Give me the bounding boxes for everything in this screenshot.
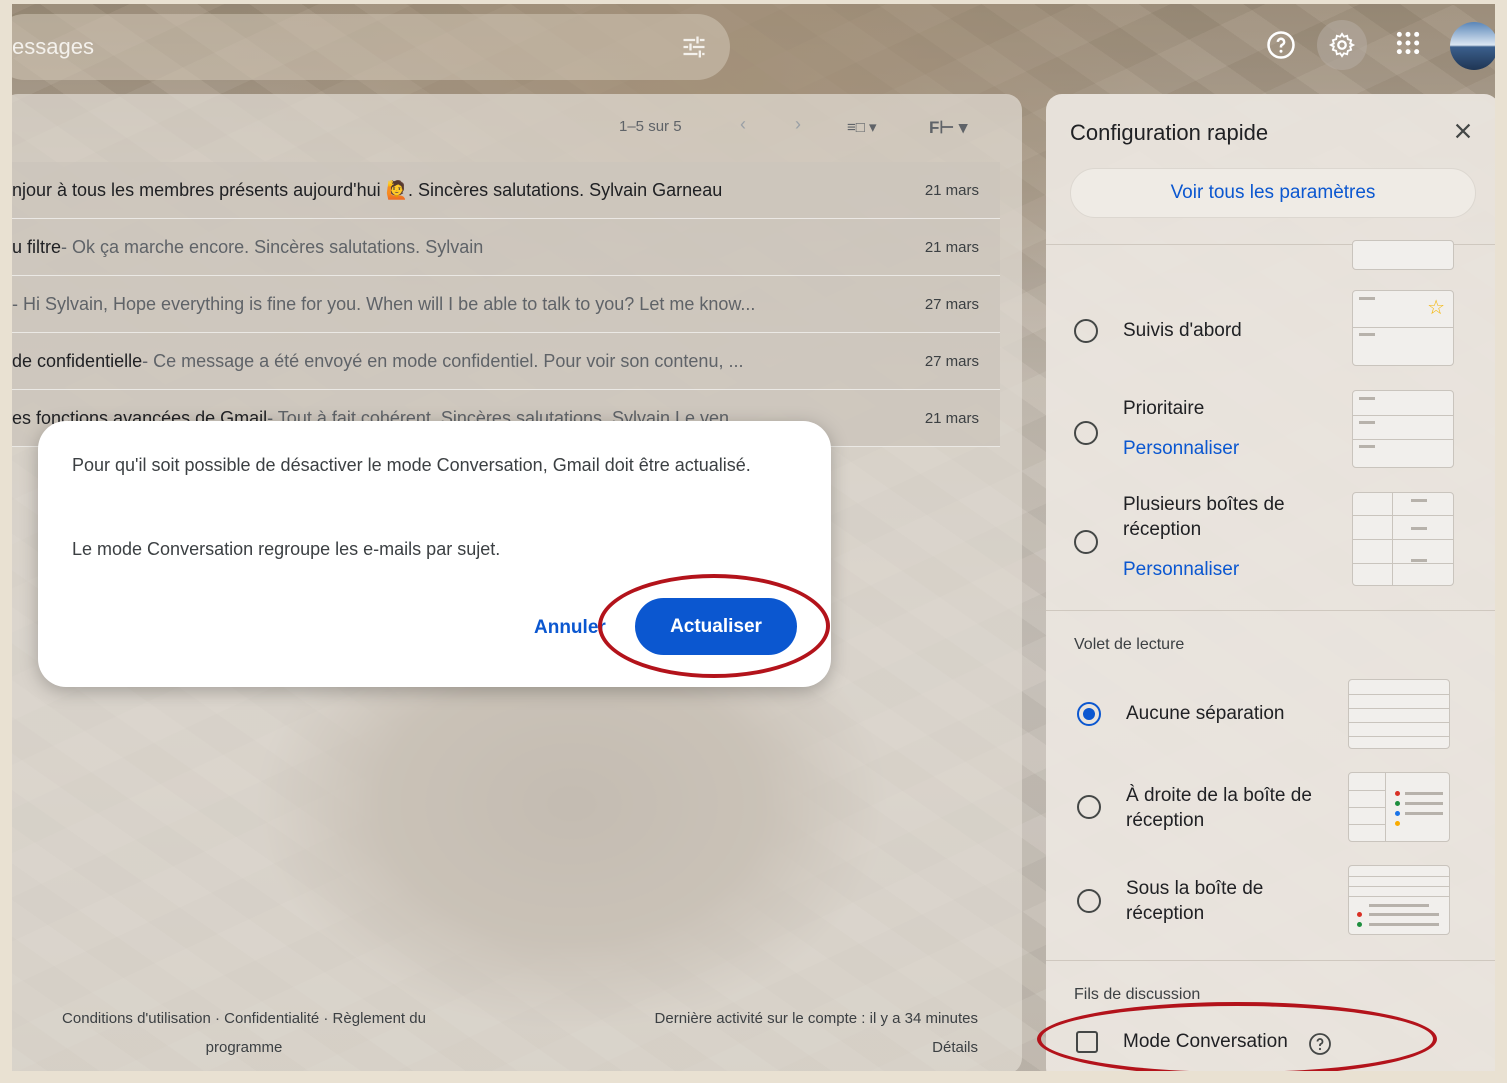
- divider: [1046, 960, 1500, 961]
- inbox-type-label: Suivis d'abord: [1123, 320, 1242, 341]
- inbox-type-label: Plusieurs boîtes de réception: [1123, 494, 1285, 540]
- inbox-type-radio[interactable]: [1074, 421, 1098, 445]
- starred-first-thumbnail: ☆: [1352, 290, 1454, 366]
- details-link[interactable]: Détails: [655, 1033, 978, 1062]
- mail-toolbar: 1–5 sur 5 ‹ › ≡□ ▾ F⊢ ▾: [12, 94, 1022, 162]
- mail-snippet: - Hi Sylvain, Hope everything is fine fo…: [12, 293, 756, 314]
- mail-date: 21 mars: [924, 181, 979, 199]
- all-settings-button[interactable]: Voir tous les paramètres: [1070, 168, 1476, 218]
- mail-snippet: - Ok ça marche encore. Sincères salutati…: [61, 236, 484, 257]
- mail-subject: u filtre: [12, 236, 62, 257]
- right-split-thumbnail: [1348, 772, 1450, 842]
- priority-inbox-thumbnail: [1352, 390, 1454, 468]
- divider: [1046, 610, 1500, 611]
- footer-activity: Dernière activité sur le compte : il y a…: [655, 1004, 978, 1062]
- help-circle-icon[interactable]: [1308, 1032, 1332, 1056]
- settings-scrollbar[interactable]: [1496, 692, 1507, 1072]
- mail-date: 27 mars: [924, 295, 979, 313]
- cancel-button[interactable]: Annuler: [534, 617, 606, 639]
- mail-subject: njour à tous les membres présents aujour…: [12, 179, 723, 200]
- star-icon: ☆: [1427, 297, 1445, 319]
- reading-pane-label: À droite de la boîte de réception: [1126, 785, 1312, 831]
- settings-button[interactable]: [1317, 20, 1367, 70]
- refresh-dialog: Pour qu'il soit possible de désactiver l…: [38, 421, 831, 687]
- no-split-thumbnail: [1348, 679, 1450, 749]
- apps-grid-icon[interactable]: [1395, 30, 1421, 56]
- mail-date: 27 mars: [924, 352, 979, 370]
- mail-row-1[interactable]: njour à tous les membres présents aujour…: [12, 162, 1000, 219]
- conversation-mode-label: Mode Conversation: [1123, 1031, 1288, 1052]
- mail-snippet: - Ce message a été envoyé en mode confid…: [142, 350, 744, 371]
- customize-link[interactable]: Personnaliser: [1123, 438, 1239, 460]
- mail-row-2[interactable]: u filtre - Ok ça marche encore. Sincères…: [12, 219, 1000, 276]
- inbox-type-label: Prioritaire: [1123, 398, 1205, 419]
- close-icon[interactable]: [1452, 120, 1474, 142]
- search-input[interactable]: essages: [12, 34, 94, 60]
- inbox-type-radio[interactable]: [1074, 530, 1098, 554]
- refresh-button[interactable]: Actualiser: [635, 598, 797, 655]
- mail-row-3[interactable]: - Hi Sylvain, Hope everything is fine fo…: [12, 276, 1000, 333]
- mail-row-4[interactable]: de confidentielle - Ce message a été env…: [12, 333, 1000, 390]
- mail-rows: njour à tous les membres présents aujour…: [12, 162, 1000, 447]
- reading-pane-radio-none[interactable]: [1077, 702, 1101, 726]
- gear-icon: [1328, 32, 1356, 58]
- search-bar[interactable]: essages: [12, 14, 730, 80]
- footer-links[interactable]: Conditions d'utilisation · Confidentiali…: [24, 1004, 464, 1062]
- density-icon[interactable]: ≡□ ▾: [847, 118, 877, 136]
- below-split-thumbnail: [1348, 865, 1450, 935]
- reading-pane-label: Aucune séparation: [1126, 703, 1285, 724]
- search-options-icon[interactable]: [680, 33, 708, 61]
- multiple-inbox-thumbnail: [1352, 492, 1454, 586]
- quick-settings-title: Configuration rapide: [1070, 120, 1269, 145]
- quick-settings-panel: Configuration rapide Voir tous les param…: [1046, 94, 1500, 1083]
- inbox-type-radio[interactable]: [1074, 319, 1098, 343]
- next-page-icon[interactable]: ›: [795, 114, 801, 135]
- default-inbox-thumbnail: [1352, 240, 1454, 270]
- previous-page-icon[interactable]: ‹: [740, 114, 746, 135]
- input-tools-icon[interactable]: F⊢ ▾: [929, 118, 967, 138]
- reading-pane-radio-right[interactable]: [1077, 795, 1101, 819]
- threads-heading: Fils de discussion: [1074, 986, 1201, 1003]
- reading-pane-label: Sous la boîte de réception: [1126, 878, 1264, 924]
- mail-subject: de confidentielle: [12, 350, 143, 371]
- customize-link[interactable]: Personnaliser: [1123, 559, 1239, 581]
- account-avatar[interactable]: [1450, 22, 1498, 70]
- help-circle-icon[interactable]: [1266, 30, 1296, 60]
- last-activity-text: Dernière activité sur le compte : il y a…: [654, 1010, 978, 1027]
- dialog-description: Le mode Conversation regroupe les e-mail…: [72, 539, 501, 559]
- dialog-message: Pour qu'il soit possible de désactiver l…: [72, 455, 751, 475]
- gmail-screen: essages 1–5 sur 5 ‹ › ≡□ ▾ F⊢ ▾ njour à …: [12, 4, 1507, 1083]
- mail-date: 21 mars: [924, 409, 979, 427]
- conversation-mode-checkbox[interactable]: [1076, 1031, 1098, 1053]
- mail-date: 21 mars: [924, 238, 979, 256]
- pagination-count: 1–5 sur 5: [619, 118, 682, 135]
- reading-pane-heading: Volet de lecture: [1074, 636, 1185, 653]
- reading-pane-radio-below[interactable]: [1077, 889, 1101, 913]
